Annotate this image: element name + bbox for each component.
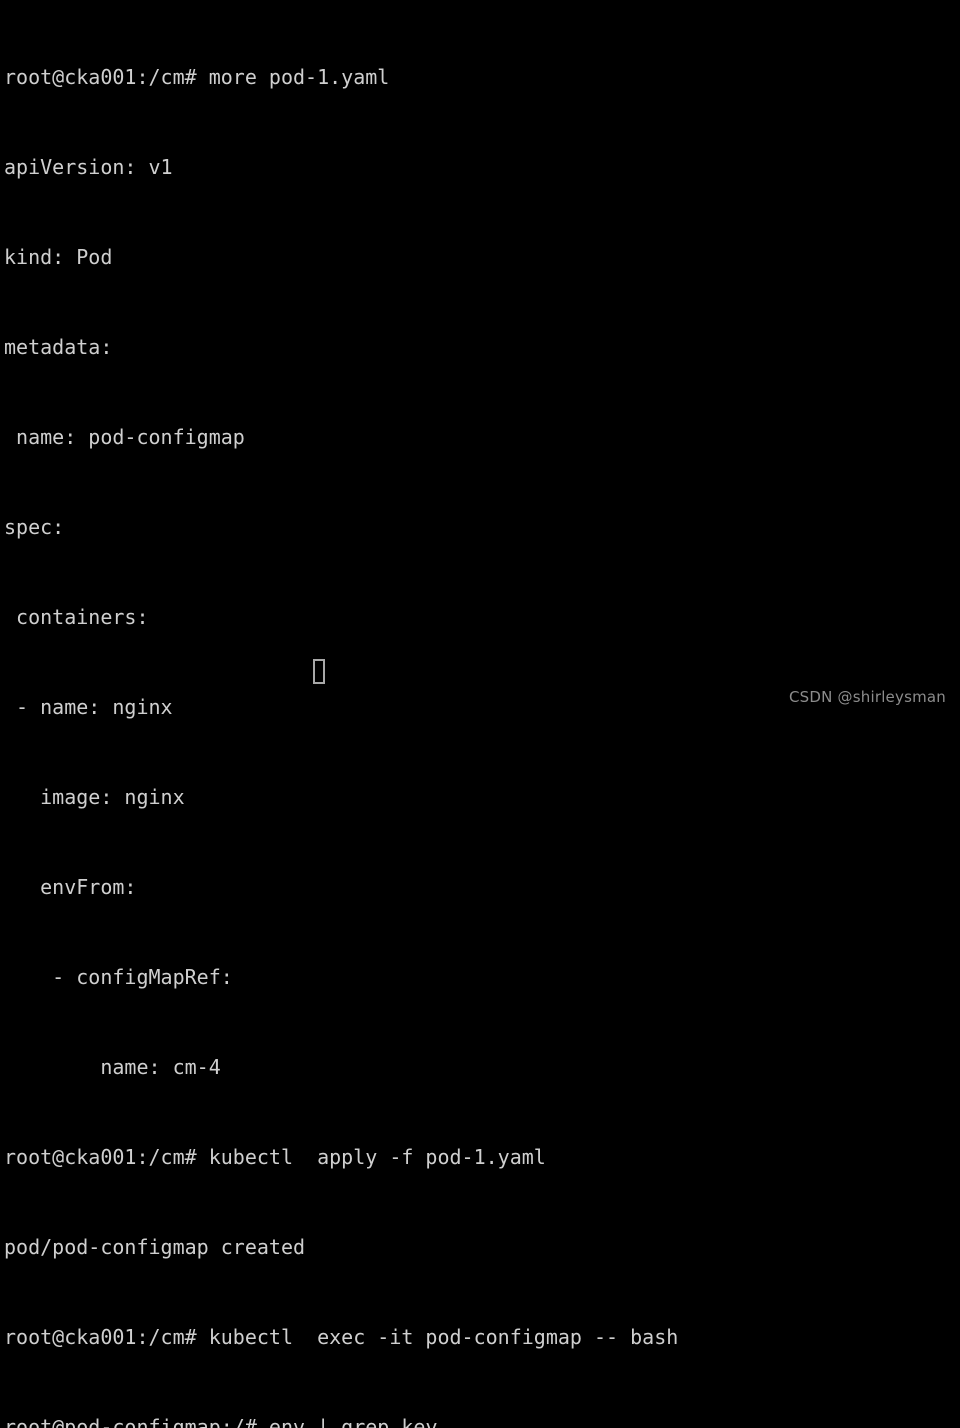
- terminal-line: - configMapRef:: [4, 965, 233, 989]
- terminal-output-area[interactable]: root@cka001:/cm# more pod-1.yaml apiVers…: [4, 2, 960, 1428]
- terminal-line: containers:: [4, 605, 149, 629]
- terminal-window[interactable]: root@cka001:/cm# more pod-1.yaml apiVers…: [0, 0, 960, 1428]
- terminal-line: name: cm-4: [4, 1055, 221, 1079]
- terminal-line: kind: Pod: [4, 245, 113, 269]
- terminal-cursor: [313, 659, 325, 684]
- terminal-line: metadata:: [4, 335, 113, 359]
- terminal-line: root@cka001:/cm# kubectl apply -f pod-1.…: [4, 1145, 546, 1169]
- terminal-line: root@cka001:/cm# kubectl exec -it pod-co…: [4, 1325, 679, 1349]
- terminal-line: image: nginx: [4, 785, 185, 809]
- terminal-line: spec:: [4, 515, 65, 539]
- watermark-label: CSDN @shirleysman: [789, 688, 946, 706]
- terminal-line: pod/pod-configmap created: [4, 1235, 306, 1259]
- terminal-line: envFrom:: [4, 875, 137, 899]
- terminal-line: name: pod-configmap: [4, 425, 245, 449]
- terminal-line: root@cka001:/cm# more pod-1.yaml: [4, 65, 390, 89]
- terminal-line: root@pod-configmap:/# env | grep key: [4, 1415, 438, 1428]
- terminal-line: apiVersion: v1: [4, 155, 173, 179]
